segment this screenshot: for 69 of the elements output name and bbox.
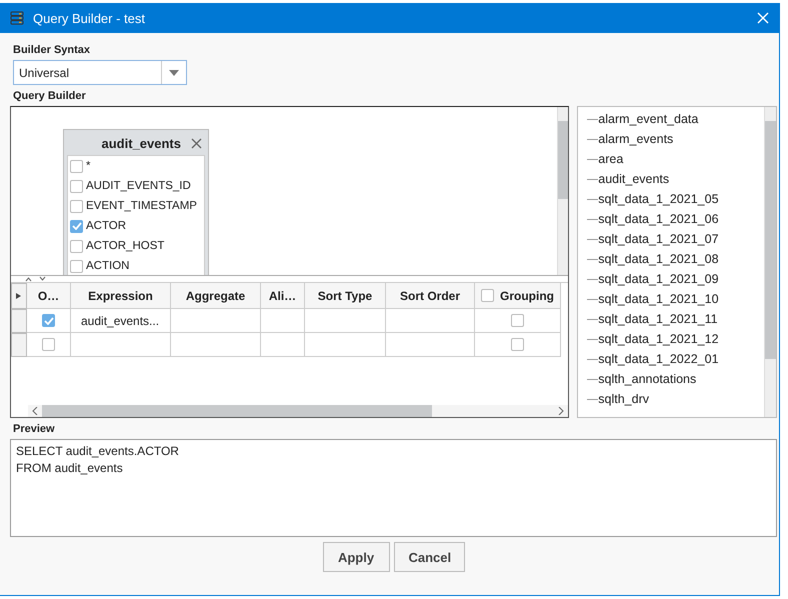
query-builder-label: Query Builder [13,90,87,102]
table-cell[interactable] [171,309,261,333]
table-cell[interactable] [305,309,386,333]
tree-item[interactable]: sqlt_data_1_2021_12 [598,332,719,346]
table-cell[interactable] [261,309,305,333]
tree-item[interactable]: sqlth_annotations [598,372,696,386]
field-name: ACTION [86,260,130,272]
checkbox[interactable] [42,314,55,327]
row-header[interactable] [11,283,27,309]
tree-item[interactable]: sqlt_data_1_2021_11 [598,312,718,326]
tree-item[interactable]: audit_events [598,172,670,186]
tree-item[interactable]: alarm_event_data [598,112,698,126]
dropdown-arrow-icon [169,70,179,76]
tree-item[interactable]: sqlt_data_1_2021_06 [598,212,719,226]
table-cell[interactable] [305,333,386,357]
syntax-dropdown[interactable]: Universal [13,60,187,85]
scroll-left-icon[interactable] [32,407,38,415]
field-name: * [86,160,90,172]
field-name: EVENT_TIMESTAMP [86,200,197,212]
tree-item[interactable]: sqlt_data_1_2021_10 [598,292,719,306]
preview-label: Preview [13,423,56,435]
checkbox[interactable] [511,314,524,327]
checkbox[interactable] [42,338,55,351]
column-header[interactable]: Expression [71,283,171,309]
expand-collapse-icon[interactable] [25,276,47,282]
tree-item[interactable]: sqlth_drv [598,392,649,406]
column-header[interactable]: Aggregate [171,283,261,309]
table-cell[interactable]: audit_events... [71,309,171,333]
window-title: Query Builder - test [33,10,145,26]
column-header[interactable]: O… [27,283,71,309]
scrollbar[interactable] [764,107,776,417]
tree-item[interactable]: sqlt_data_1_2021_08 [598,252,719,266]
scrollbar[interactable] [557,107,568,275]
tree-item[interactable]: sqlt_data_1_2022_01 [598,352,719,366]
column-header[interactable]: Sort Order [386,283,475,309]
checkbox[interactable] [70,240,83,252]
checkbox[interactable] [70,260,83,272]
checkbox[interactable] [70,180,83,192]
dialog-button[interactable]: Apply [322,542,390,572]
scrollbar[interactable] [28,405,568,417]
checkbox[interactable] [511,338,524,351]
field-name: ACTOR [86,220,126,232]
tree-item[interactable]: sqlt_data_1_2021_07 [598,232,719,246]
close-icon[interactable] [191,138,202,149]
dialog-button[interactable]: Cancel [394,542,464,572]
column-header[interactable]: Grouping [475,283,561,309]
tree-item[interactable]: area [598,152,624,166]
database-icon [10,11,24,25]
arrow-icon [16,293,22,299]
table-cell[interactable] [71,333,171,357]
field-name: AUDIT_EVENTS_ID [86,180,191,192]
checkbox[interactable] [481,289,494,302]
table-cell[interactable] [386,309,475,333]
tree-item[interactable]: alarm_events [598,132,674,146]
checkbox[interactable] [70,200,83,212]
table-cell[interactable] [261,333,305,357]
column-header[interactable]: Ali… [261,283,305,309]
table-cell[interactable] [171,333,261,357]
table-cell[interactable] [386,333,475,357]
column-header[interactable]: Sort Type [305,283,386,309]
field-name: ACTOR_HOST [86,240,164,252]
scroll-right-icon[interactable] [558,407,564,415]
tree-item[interactable]: sqlt_data_1_2021_09 [598,272,719,286]
builder-syntax-label: Builder Syntax [13,44,92,56]
checkbox[interactable] [70,220,83,232]
checkbox[interactable] [70,160,83,172]
tree-item[interactable]: sqlt_data_1_2021_05 [598,192,719,206]
table-node-title: audit_events [102,136,181,151]
sql-preview: SELECT audit_events.ACTOR FROM audit_events [10,439,777,537]
